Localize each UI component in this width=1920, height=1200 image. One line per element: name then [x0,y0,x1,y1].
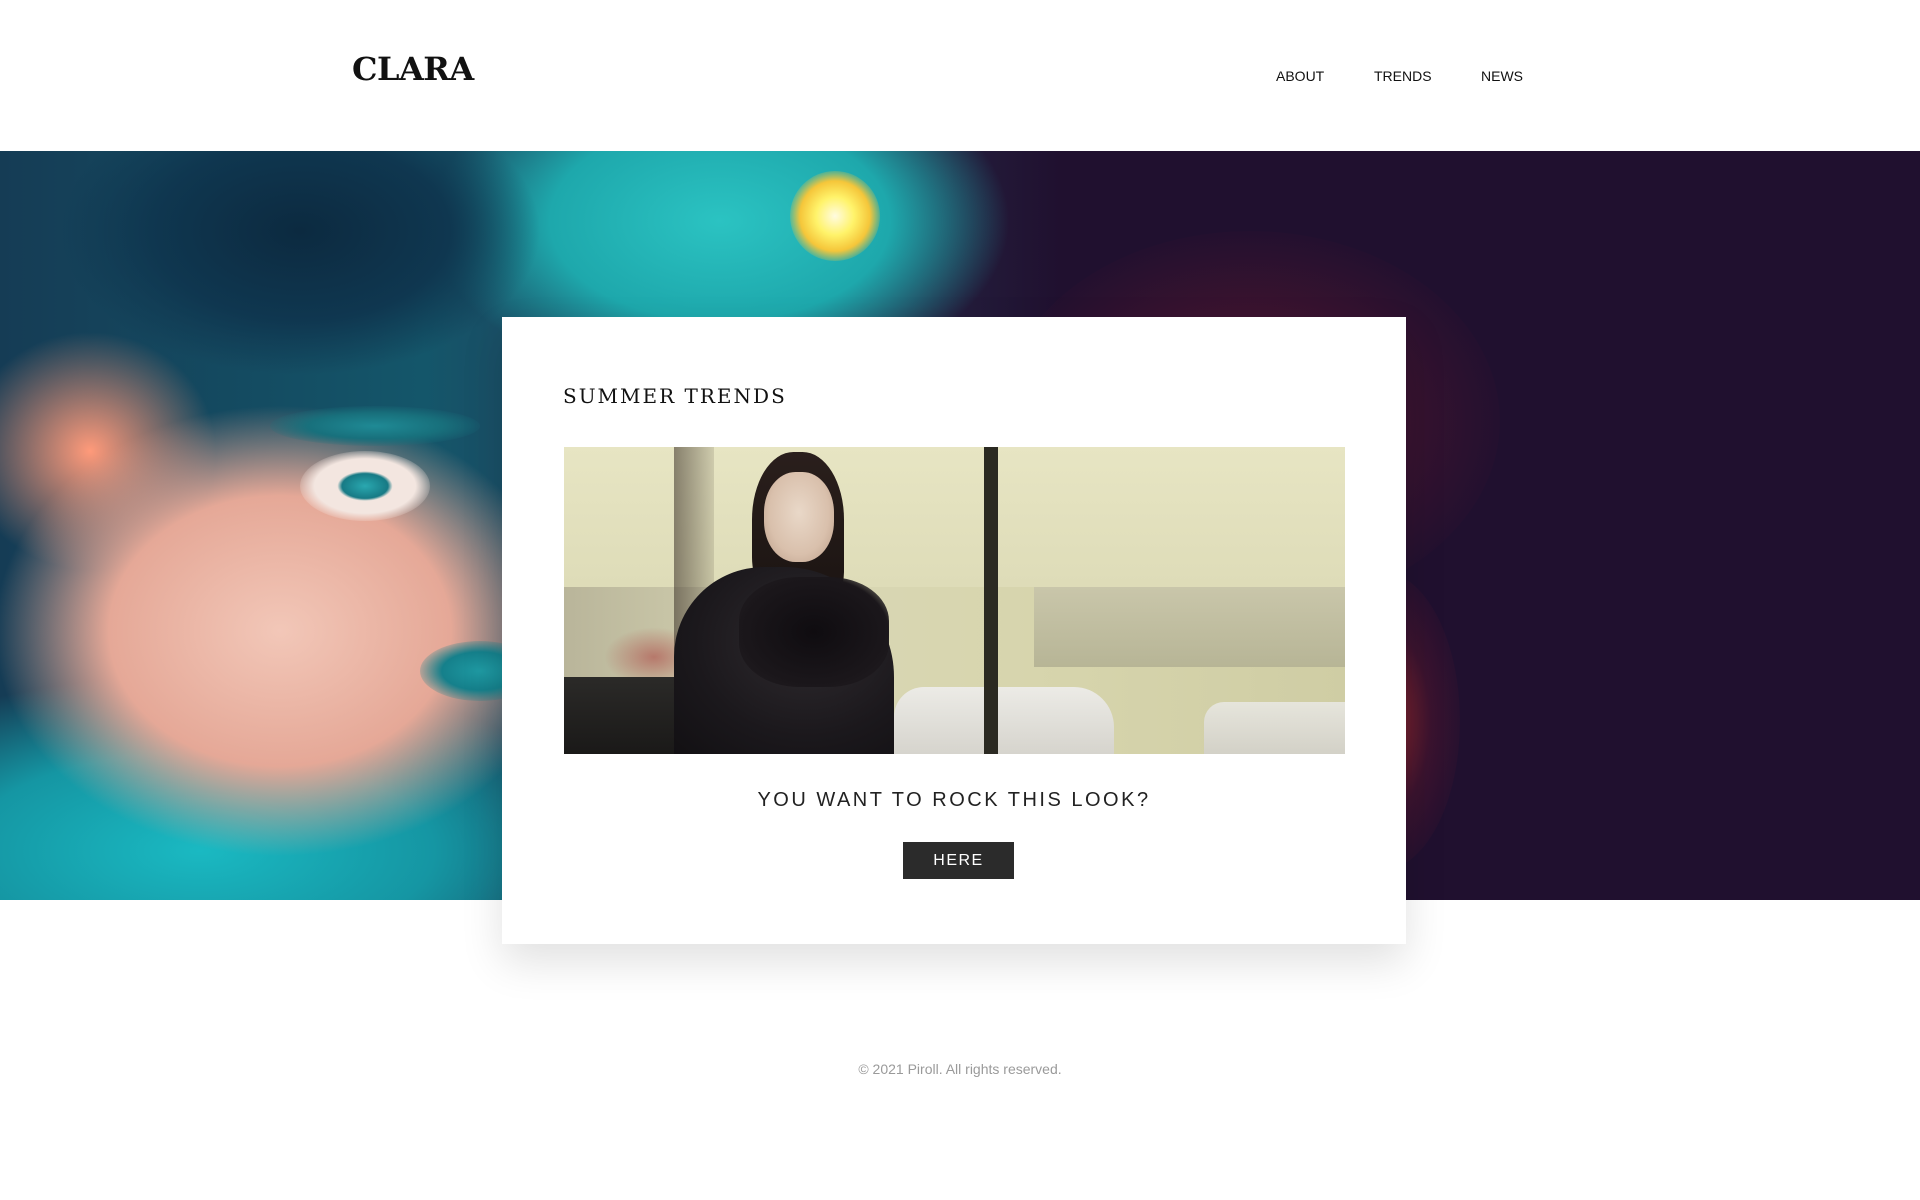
photo-bench [564,677,674,754]
card-subtitle: YOU WANT TO ROCK THIS LOOK? [757,789,1151,811]
photo-buildings [1034,587,1345,667]
copyright-text: © 2021 Piroll. All rights reserved. [858,1061,1062,1077]
summer-trends-card: SUMMER TRENDS YOU WANT TO ROCK THIS LOOK… [502,317,1406,944]
nav-item-news[interactable]: NEWS [1481,68,1523,84]
photo-pole [984,447,998,754]
card-photo [564,447,1345,754]
site-footer: © 2021 Piroll. All rights reserved. [0,1061,1920,1077]
site-logo[interactable]: CLARA [352,50,474,88]
nav-item-about[interactable]: ABOUT [1276,68,1324,84]
here-button[interactable]: HERE [903,842,1014,879]
photo-car-right [1204,702,1345,754]
photo-fur-collar [739,577,889,687]
site-header: CLARA ABOUT TRENDS NEWS [0,0,1920,151]
hero-light-flare [790,171,880,261]
hero-portrait-brow [270,406,480,446]
photo-face [764,472,834,562]
nav-item-trends[interactable]: TRENDS [1374,68,1432,84]
card-title: SUMMER TRENDS [563,384,787,408]
photo-car [894,687,1114,754]
hero-portrait-eye [300,451,430,521]
